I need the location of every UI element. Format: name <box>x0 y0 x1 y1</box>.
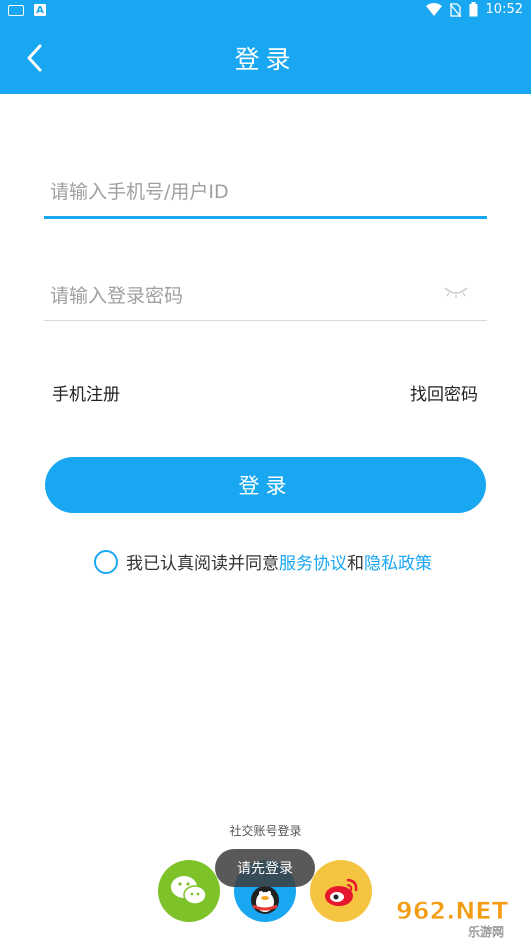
battery-icon <box>469 2 478 17</box>
agreement-and: 和 <box>347 554 364 574</box>
weibo-login-button[interactable] <box>310 860 372 922</box>
wechat-icon <box>171 876 207 905</box>
social-login-title: 社交账号登录 <box>229 824 302 838</box>
agreement-checkbox[interactable] <box>94 549 118 574</box>
register-link[interactable]: 手机注册 <box>52 380 120 405</box>
page-title: 登录 <box>234 45 297 74</box>
toast-message: 请先登录 <box>215 849 315 887</box>
status-bar: A 10:52 <box>0 0 531 22</box>
agreement-row: 我已认真阅读并同意 服务协议 和 隐私政策 <box>94 549 432 574</box>
password-field[interactable] <box>44 270 495 322</box>
keyboard-icon <box>8 4 24 16</box>
privacy-policy-link[interactable]: 隐私政策 <box>364 549 432 574</box>
a-badge-icon: A <box>34 4 46 16</box>
service-agreement-link[interactable]: 服务协议 <box>279 549 347 574</box>
eye-closed-icon[interactable] <box>443 284 469 300</box>
wifi-icon <box>425 3 442 16</box>
agreement-prefix: 我已认真阅读并同意 <box>126 554 279 574</box>
clock: 10:52 <box>485 2 523 17</box>
forgot-password-link[interactable]: 找回密码 <box>410 380 478 405</box>
app-bar: 登录 <box>0 22 531 94</box>
watermark-sub-text: 乐游网 <box>468 925 504 939</box>
no-sim-icon <box>449 2 461 17</box>
login-button[interactable]: 登录 <box>45 457 486 513</box>
username-input[interactable] <box>44 166 495 218</box>
weibo-icon <box>325 878 358 906</box>
password-input[interactable] <box>44 270 495 322</box>
wechat-login-button[interactable] <box>158 860 220 922</box>
watermark-main-text: 962.NET <box>396 897 509 925</box>
username-field[interactable] <box>44 166 495 219</box>
site-watermark-logo: 962.NET 乐游网 <box>396 897 509 939</box>
